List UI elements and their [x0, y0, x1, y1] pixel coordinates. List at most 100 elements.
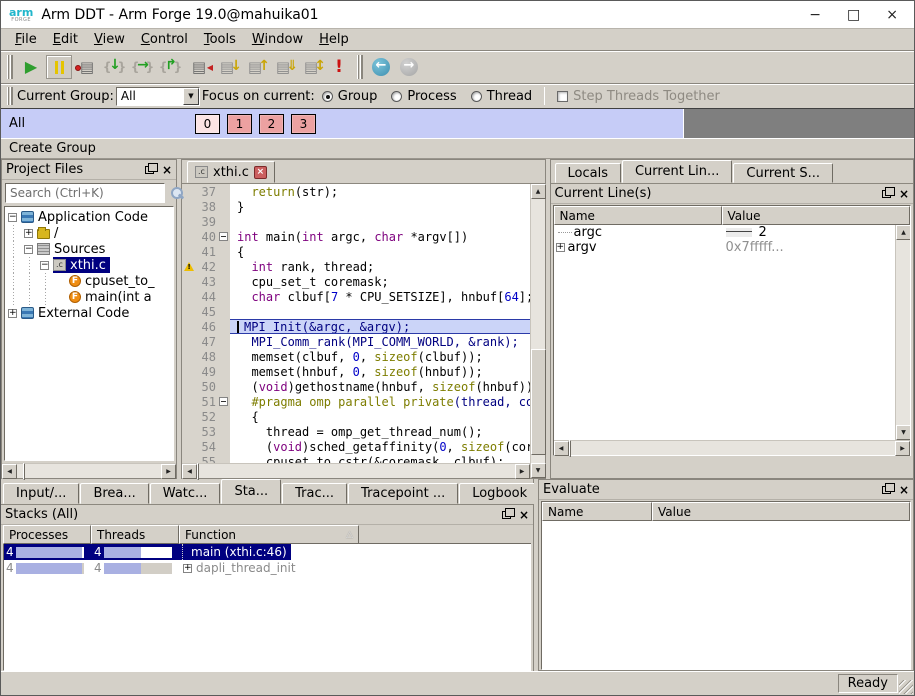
code-line-40[interactable]: 40int main(int argc, char *argv[]) [182, 229, 530, 244]
menu-tools[interactable]: Tools [196, 30, 244, 49]
tree-expander-icon[interactable]: + [8, 309, 17, 318]
code-line-48[interactable]: 48 memset(clbuf, 0, sizeof(clbuf)); [182, 349, 530, 364]
column-header-name[interactable]: Name [554, 206, 722, 225]
step-threads-together-checkbox[interactable]: Step Threads Together [557, 89, 720, 104]
add-breakpoint-button[interactable] [74, 55, 100, 79]
align-stacks-button[interactable] [298, 55, 324, 79]
code-line-55[interactable]: 55 cpuset_to_cstr(&coremask, clbuf); [182, 454, 530, 463]
scroll-right-icon[interactable]: ▶ [895, 441, 910, 456]
scroll-left-icon[interactable]: ◀ [182, 464, 197, 479]
minimize-button[interactable]: − [809, 8, 821, 22]
tree-expander-icon[interactable]: − [40, 261, 49, 270]
process-button-2[interactable]: 2 [259, 114, 284, 134]
menu-control[interactable]: Control [133, 30, 196, 49]
tree-item-external-code[interactable]: +External Code [5, 305, 173, 321]
scroll-up-icon[interactable]: ▲ [896, 225, 910, 240]
code-area[interactable]: 37 return(str);38}3940int main(int argc,… [182, 184, 530, 463]
toolbar-handle[interactable] [357, 55, 363, 79]
tab-sta[interactable]: Sta... [221, 479, 281, 504]
stack-row-main-xthi-c-46[interactable]: 44main (xthi.c:46) [4, 544, 530, 560]
variables-vertical-scrollbar[interactable]: ▲ ▼ [895, 225, 910, 440]
evaluate-rows[interactable] [542, 521, 910, 669]
code-line-52[interactable]: 52 { [182, 409, 530, 424]
code-line-39[interactable]: 39 [182, 214, 530, 229]
tab-watc[interactable]: Watc... [150, 483, 221, 504]
radio-icon[interactable] [391, 91, 402, 102]
fold-collapse-icon[interactable] [219, 232, 228, 241]
down-stack-frame-button[interactable] [214, 55, 240, 79]
tree-item-cpuset-to[interactable]: cpuset_to_ [5, 273, 173, 289]
maximize-button[interactable]: □ [847, 8, 860, 22]
variable-row-argc[interactable]: argc2 [554, 225, 896, 240]
chevron-down-icon[interactable] [183, 88, 199, 105]
process-button-3[interactable]: 3 [291, 114, 316, 134]
column-header-name[interactable]: Name [542, 502, 652, 521]
radio-icon[interactable] [322, 91, 333, 102]
run-button[interactable] [18, 55, 44, 79]
menu-help[interactable]: Help [311, 30, 357, 49]
menu-file[interactable]: File [7, 30, 45, 49]
column-header-function[interactable]: Function [179, 525, 359, 544]
tab-brea[interactable]: Brea... [80, 483, 148, 504]
focus-radio-thread[interactable]: Thread [471, 89, 532, 104]
step-over-button[interactable] [130, 55, 156, 79]
column-header-processes[interactable]: Processes [3, 525, 91, 544]
expand-icon[interactable]: + [556, 243, 565, 252]
fold-collapse-icon[interactable] [219, 397, 228, 406]
expand-icon[interactable]: + [183, 564, 192, 573]
toolbar-handle[interactable] [7, 55, 13, 79]
group-all-row[interactable]: All 0123 [1, 109, 684, 138]
editor-vertical-scrollbar[interactable]: ▲ ▼ [530, 184, 545, 478]
float-panel-icon[interactable] [145, 166, 154, 174]
variables-horizontal-scrollbar[interactable]: ◀ ▶ [554, 440, 911, 455]
column-header-value[interactable]: Value [652, 502, 910, 521]
resize-grip[interactable] [899, 680, 913, 694]
editor-horizontal-scrollbar[interactable]: ◀ ▶ [182, 463, 530, 478]
process-button-1[interactable]: 1 [227, 114, 252, 134]
menu-view[interactable]: View [86, 30, 133, 49]
scrollbar-thumb[interactable] [197, 463, 199, 480]
scroll-up-icon[interactable]: ▲ [531, 184, 546, 199]
forward-button[interactable] [396, 55, 422, 79]
scroll-down-icon[interactable]: ▼ [896, 425, 910, 440]
scrollbar-thumb[interactable] [23, 463, 25, 480]
focus-radio-process[interactable]: Process [391, 89, 456, 104]
tab-input[interactable]: Input/... [3, 483, 79, 504]
code-line-50[interactable]: 50 (void)gethostname(hnbuf, sizeof(hnbuf… [182, 379, 530, 394]
scrollbar-thumb[interactable] [569, 440, 571, 457]
scroll-down-icon[interactable]: ▼ [531, 463, 546, 478]
tree-item-xthi-c[interactable]: −xthi.c [5, 257, 173, 273]
float-panel-icon[interactable] [502, 511, 511, 519]
code-line-53[interactable]: 53 thread = omp_get_thread_num(); [182, 424, 530, 439]
create-group-row[interactable]: Create Group [1, 138, 914, 159]
tree-expander-icon[interactable]: − [24, 245, 33, 254]
column-header-threads[interactable]: Threads [91, 525, 179, 544]
code-line-47[interactable]: 47 MPI_Comm_rank(MPI_COMM_WORLD, &rank); [182, 334, 530, 349]
code-line-51[interactable]: 51 #pragma omp parallel private(thread, … [182, 394, 530, 409]
float-panel-icon[interactable] [882, 486, 891, 494]
search-input[interactable] [5, 183, 165, 203]
search-icon[interactable] [168, 185, 186, 202]
tab-locals[interactable]: Locals [555, 163, 621, 183]
code-line-43[interactable]: 43 cpu_set_t coremask; [182, 274, 530, 289]
menu-window[interactable]: Window [244, 30, 311, 49]
stop-messages-button[interactable] [326, 55, 352, 79]
scroll-left-icon[interactable]: ◀ [2, 464, 17, 479]
back-button[interactable] [368, 55, 394, 79]
step-out-button[interactable] [158, 55, 184, 79]
pause-button[interactable] [46, 55, 72, 79]
close-button[interactable]: × [886, 8, 898, 22]
variable-row-argv[interactable]: +argv0x7fffff... [554, 240, 896, 255]
float-panel-icon[interactable] [882, 190, 891, 198]
scroll-left-icon[interactable]: ◀ [554, 441, 569, 456]
tree-item-application-code[interactable]: −Application Code [5, 209, 173, 225]
tree-item-[interactable]: +/ [5, 225, 173, 241]
run-to-line-button[interactable] [186, 55, 212, 79]
bottom-stack-frame-button[interactable] [270, 55, 296, 79]
tree-item-sources[interactable]: −Sources [5, 241, 173, 257]
toolbar-handle[interactable] [7, 87, 13, 105]
code-line-44[interactable]: 44 char clbuf[7 * CPU_SETSIZE], hnbuf[64… [182, 289, 530, 304]
tree-expander-icon[interactable]: − [8, 213, 17, 222]
current-group-dropdown[interactable]: All [116, 87, 200, 106]
tab-trac[interactable]: Trac... [282, 483, 347, 504]
